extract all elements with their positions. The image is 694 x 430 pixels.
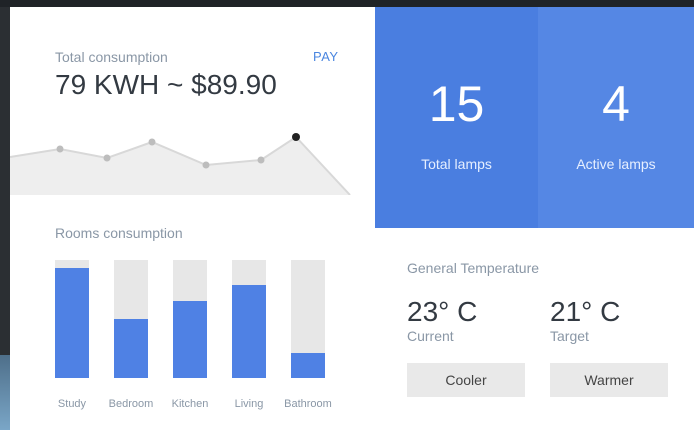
room-label-bathroom: Bathroom — [284, 398, 332, 410]
sparkline-point — [56, 145, 64, 153]
rooms-consumption-title: Rooms consumption — [55, 225, 183, 241]
active-lamps-label: Active lamps — [576, 156, 656, 172]
room-bar-study[interactable] — [55, 260, 89, 378]
warmer-button[interactable]: Warmer — [550, 363, 668, 397]
target-temperature-value: 21° C — [550, 296, 621, 327]
left-column: Total consumption PAY 79 KWH ~ $89.90 Ro… — [10, 7, 375, 430]
room-bar-fill — [232, 284, 266, 378]
general-temperature-card: General Temperature 23° C Current 21° C … — [375, 228, 694, 430]
room-bar-kitchen[interactable] — [173, 260, 207, 378]
target-temperature-label: Target — [550, 328, 589, 344]
active-lamps-value: 4 — [602, 76, 630, 132]
total-lamps-tile[interactable]: 15 Total lamps — [375, 7, 538, 228]
total-lamps-value: 15 — [428, 76, 485, 132]
pay-link[interactable]: PAY — [313, 49, 339, 64]
room-bar-bathroom[interactable] — [291, 260, 325, 378]
dashboard: Total consumption PAY 79 KWH ~ $89.90 Ro… — [10, 7, 694, 430]
rooms-consumption-card: Rooms consumption Study Bedroom Kitchen … — [10, 195, 375, 430]
window-edge-accent — [0, 355, 10, 430]
active-lamps-tile[interactable]: 4 Active lamps — [538, 7, 694, 228]
room-bar-fill — [173, 301, 207, 378]
sparkline-point-current — [292, 133, 300, 141]
sparkline-point — [202, 161, 210, 169]
total-consumption-value: 79 KWH ~ $89.90 — [55, 69, 277, 100]
general-temperature-title: General Temperature — [407, 260, 540, 276]
room-bar-fill — [55, 268, 89, 378]
total-lamps-label: Total lamps — [421, 156, 492, 172]
total-consumption-card: Total consumption PAY 79 KWH ~ $89.90 — [10, 7, 375, 195]
room-bar-fill — [114, 319, 148, 378]
consumption-sparkline — [10, 133, 351, 195]
sparkline-point — [103, 154, 111, 162]
room-bar-fill — [291, 353, 325, 378]
room-bar-bedroom[interactable] — [114, 260, 148, 378]
current-temperature-value: 23° C — [407, 296, 478, 327]
room-bar-living[interactable] — [232, 260, 266, 378]
sparkline-point — [148, 138, 156, 146]
cooler-button[interactable]: Cooler — [407, 363, 525, 397]
sparkline-point — [257, 156, 265, 164]
total-consumption-title: Total consumption — [55, 49, 168, 65]
current-temperature-label: Current — [407, 328, 454, 344]
